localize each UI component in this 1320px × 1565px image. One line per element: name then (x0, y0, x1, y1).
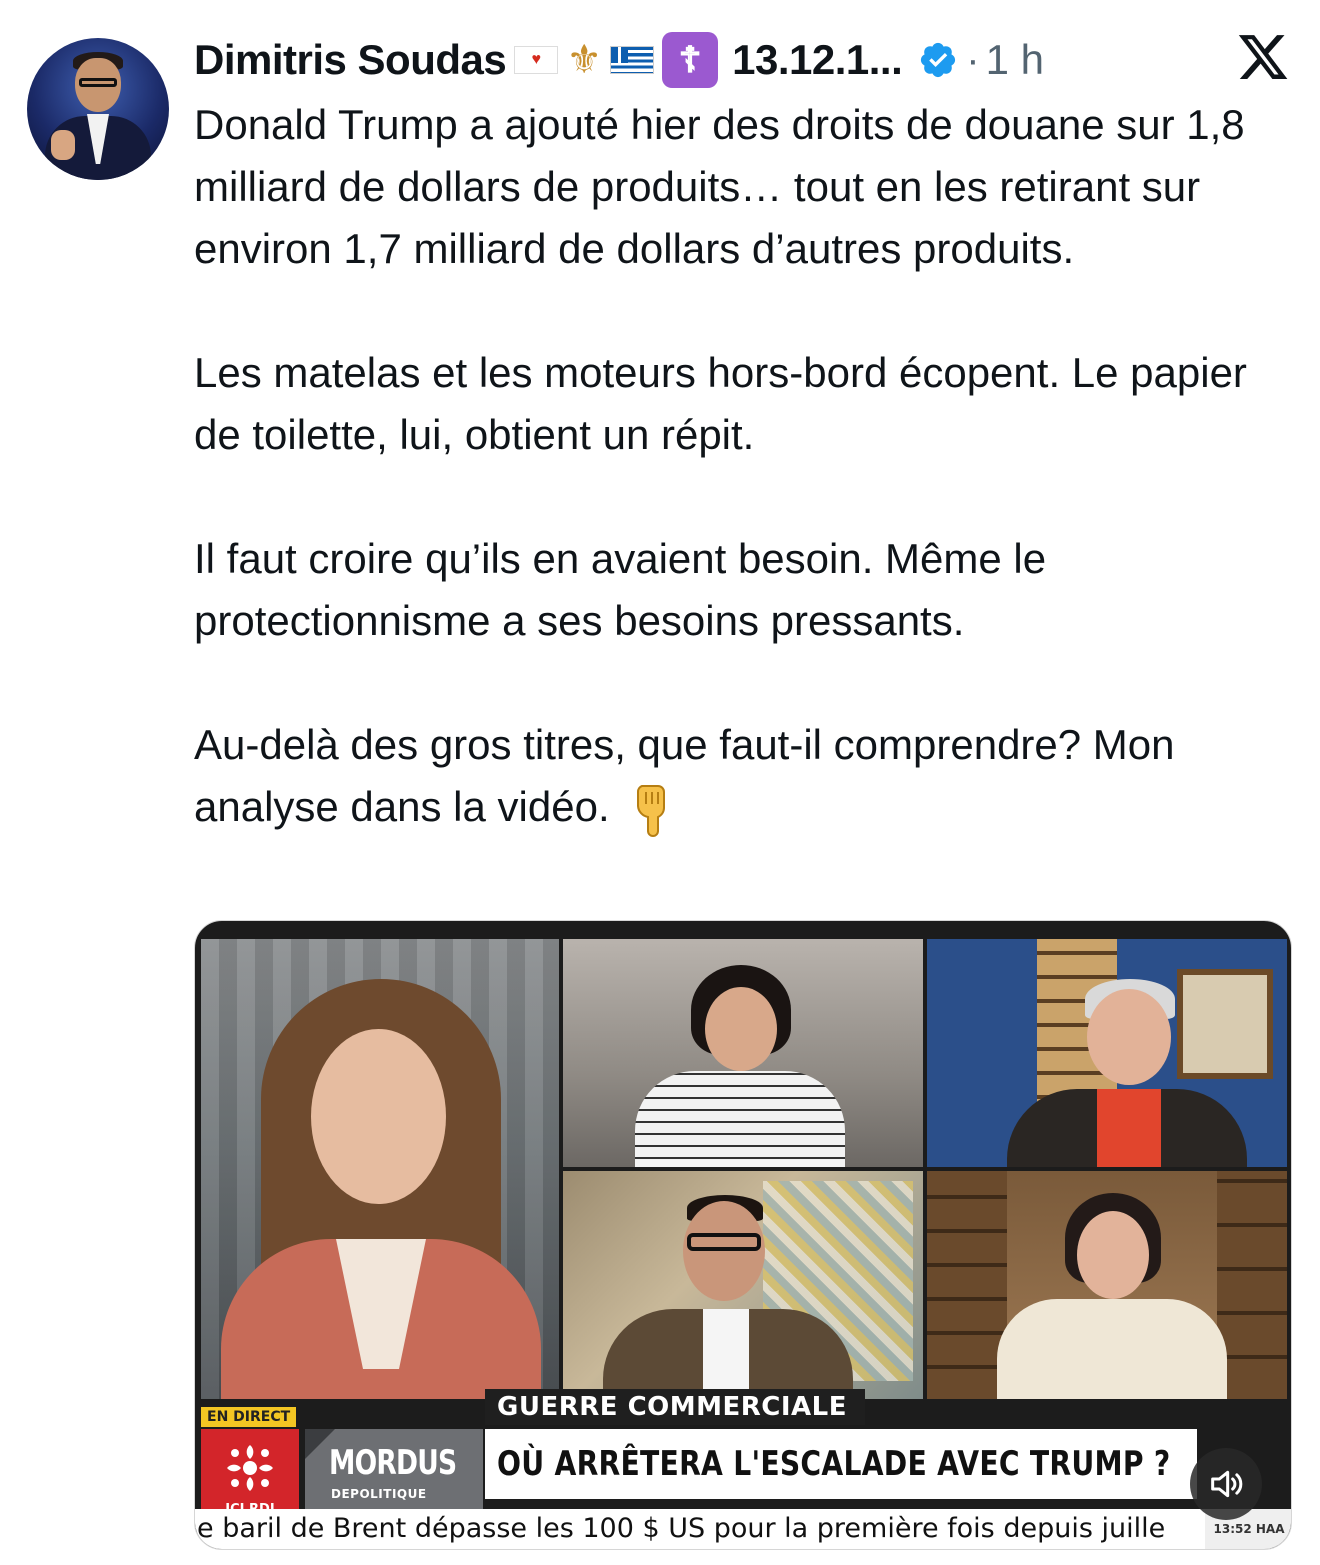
post-paragraph: Au-delà des gros titres, que faut-il com… (194, 721, 1175, 830)
video-panel-host (201, 939, 559, 1399)
author-avatar[interactable] (27, 38, 169, 180)
post-paragraph: Il faut croire qu’ils en avaient besoin.… (194, 535, 1047, 644)
video-panel-guest-4 (927, 1171, 1287, 1399)
flag-canada-icon: ♥ (514, 46, 559, 74)
video-panel-guest-3 (563, 1171, 923, 1399)
show-title: MORDUS (329, 1443, 457, 1483)
mute-toggle-button[interactable] (1190, 1448, 1262, 1520)
video-panel-guest-2 (927, 939, 1287, 1167)
video-panel-guest-1 (563, 939, 923, 1167)
orthodox-cross-icon: ☦ (662, 32, 719, 88)
fleur-de-lis-icon: ⚜ (566, 38, 603, 82)
flag-greece-icon (610, 46, 655, 74)
broadcast-headline: OÙ ARRÊTERA L'ESCALADE AVEC TRUMP ? (485, 1429, 1197, 1499)
post-header: Dimitris Soudas ♥ ⚜ ☦ 13.12.1... · 1 h (194, 32, 1044, 88)
show-subtitle: DEPOLITIQUE (331, 1487, 427, 1501)
news-ticker: e baril de Brent dépasse les 100 $ US po… (195, 1509, 1205, 1549)
speaker-icon (1211, 1470, 1243, 1498)
time-separator: · (966, 37, 980, 82)
headline-text: OÙ ARRÊTERA L'ESCALADE AVEC TRUMP ? (497, 1444, 1171, 1484)
post-paragraph: Les matelas et les moteurs hors-bord éco… (194, 349, 1247, 458)
x-logo-icon[interactable] (1236, 30, 1290, 84)
post-time[interactable]: 1 h (986, 36, 1044, 84)
post-text: Donald Trump a ajouté hier des droits de… (194, 94, 1284, 838)
broadcast-lower-third: EN DIRECT ICI RDI MORDUS DEPOLITIQUE GUE… (195, 1389, 1291, 1549)
kicker-label: GUERRE COMMERCIALE (485, 1389, 865, 1425)
pointing-down-hand-icon (636, 784, 665, 837)
live-badge: EN DIRECT (201, 1407, 297, 1427)
verified-badge-icon (921, 42, 956, 78)
radio-canada-gem-icon (227, 1445, 273, 1491)
post-paragraph-last: Au-delà des gros titres, que faut-il com… (194, 714, 1284, 838)
video-player[interactable]: EN DIRECT ICI RDI MORDUS DEPOLITIQUE GUE… (194, 920, 1292, 1550)
post-paragraph: Donald Trump a ajouté hier des droits de… (194, 101, 1245, 272)
author-handle[interactable]: 13.12.1... (732, 36, 903, 84)
author-name[interactable]: Dimitris Soudas (194, 36, 507, 84)
